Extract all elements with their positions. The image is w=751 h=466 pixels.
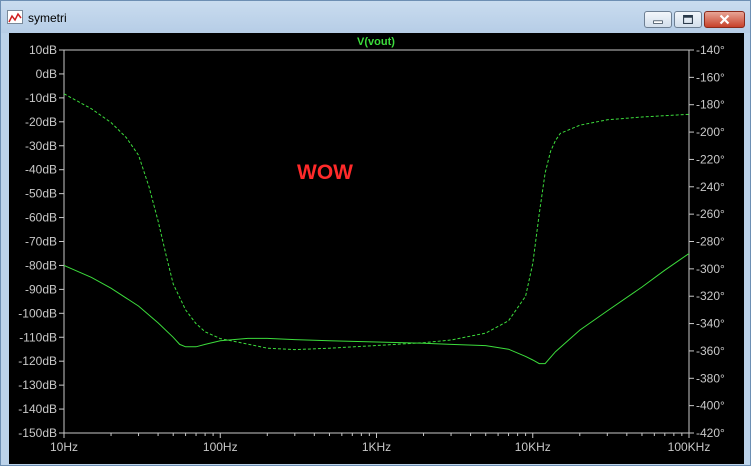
x-tick-label: 100KHz [668, 440, 711, 454]
trace-title[interactable]: V(vout) [357, 36, 395, 48]
y2-tick-label: -200° [696, 125, 725, 139]
plot-pane[interactable]: 10dB 0dB -10dB -20dB -30dB -40dB -50dB -60dB -70… [9, 33, 744, 464]
y2-tick-label: -320° [696, 289, 725, 303]
maximize-button[interactable] [674, 11, 702, 28]
x-tick-label: 10KHz [515, 440, 551, 454]
y-tick-label: -80dB [25, 258, 57, 272]
minimize-icon [653, 20, 663, 24]
y2-tick-label: -400° [696, 399, 725, 413]
y-tick-label: -150dB [18, 426, 57, 440]
y2-tick-label: -380° [696, 371, 725, 385]
y2-tick-label: -240° [696, 180, 725, 194]
y-tick-label: -90dB [25, 282, 57, 296]
y-tick-label: -50dB [25, 187, 57, 201]
magnitude-trace[interactable] [63, 253, 690, 365]
wow-annotation: WOW [297, 161, 353, 184]
minimize-button[interactable] [644, 11, 672, 28]
bode-plot[interactable]: 10dB 0dB -10dB -20dB -30dB -40dB -50dB -60dB -70… [9, 33, 744, 464]
plot-border [63, 49, 690, 434]
title-bar[interactable]: symetri [1, 1, 750, 33]
y2-tick-label: -300° [696, 262, 725, 276]
chart-icon[interactable] [7, 10, 23, 24]
y2-tick-label: -340° [696, 317, 725, 331]
y-tick-label: -20dB [25, 115, 57, 129]
y2-tick-label: -220° [696, 152, 725, 166]
plot-window: symetri 10dB 0dB -10dB -20dB -30dB -40dB -50dB… [0, 0, 751, 466]
x-tick-label: 10Hz [50, 440, 78, 454]
y-tick-label: -100dB [18, 306, 57, 320]
y2-tick-label: -180° [696, 98, 725, 112]
x-tick-label: 100Hz [203, 440, 238, 454]
y-tick-label: -10dB [25, 91, 57, 105]
y-tick-label: -70dB [25, 235, 57, 249]
y-tick-label: -40dB [25, 163, 57, 177]
y2-tick-label: -260° [696, 207, 725, 221]
y-tick-label: -30dB [25, 139, 57, 153]
y2-tick-label: -140° [696, 43, 725, 57]
y-tick-label: -60dB [25, 211, 57, 225]
y2-tick-label: -420° [696, 426, 725, 440]
x-tick-label: 1KHz [362, 440, 391, 454]
phase-trace[interactable] [63, 93, 690, 351]
y2-tick-label: -360° [696, 344, 725, 358]
y2-tick-label: -280° [696, 235, 725, 249]
close-button[interactable] [704, 11, 745, 28]
window-title: symetri [28, 11, 67, 25]
y-tick-label: -110dB [19, 330, 57, 344]
close-icon [719, 14, 730, 25]
y-tick-label: 10dB [29, 43, 57, 57]
y-tick-label: -130dB [18, 378, 57, 392]
y2-tick-label: -160° [696, 70, 725, 84]
y-tick-label: -140dB [18, 402, 57, 416]
y-tick-label: 0dB [36, 67, 57, 81]
y-tick-label: -120dB [18, 354, 57, 368]
maximize-icon [683, 15, 693, 24]
